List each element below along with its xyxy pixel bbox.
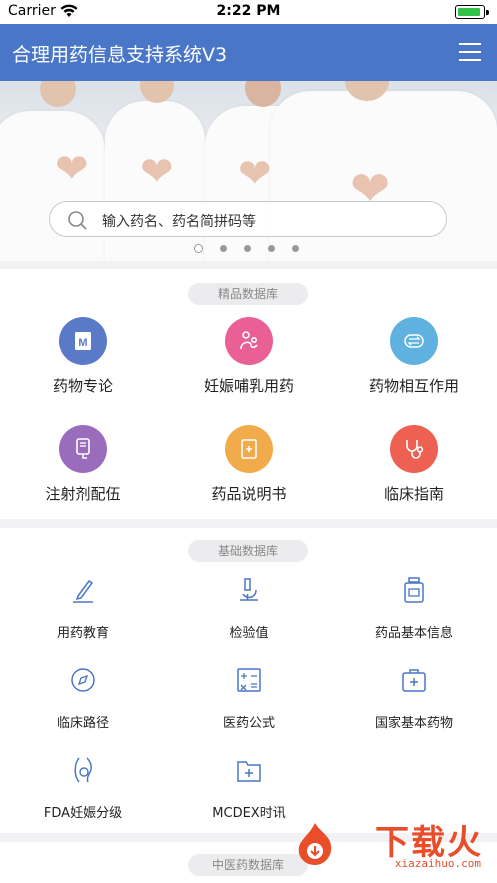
carousel-indicator[interactable] — [194, 244, 304, 255]
item-label: 药品基本信息 — [374, 626, 453, 641]
fda-pregnancy-category-item[interactable]: FDA妊娠分级 — [0, 756, 166, 821]
item-label: 检验值 — [229, 626, 269, 641]
essential-drugs-item[interactable]: 国家基本药物 — [331, 666, 497, 731]
item-label: 临床指南 — [383, 485, 444, 503]
item-label: 用药教育 — [56, 626, 109, 641]
medical-kit-icon — [402, 669, 426, 692]
mother-baby-icon — [240, 331, 258, 350]
lab-values-item[interactable]: 检验值 — [166, 576, 332, 641]
interaction-arrows-icon — [404, 334, 424, 348]
pregnancy-icon — [74, 757, 92, 783]
section-title: 基础数据库 — [188, 540, 308, 562]
item-label: 药物相互作用 — [368, 377, 459, 395]
battery-icon — [455, 5, 489, 19]
clinical-pathway-item[interactable]: 临床路径 — [0, 666, 166, 731]
app-header: 合理用药信息支持系统V3 — [0, 24, 497, 81]
banner-carousel[interactable]: ❤ ❤ ❤ ❤ 输入药名、药名简拼码等 — [0, 81, 497, 261]
item-label: 药物专论 — [52, 377, 113, 395]
item-label: 国家基本药物 — [374, 716, 453, 731]
compass-icon — [71, 668, 95, 692]
drug-interaction-item[interactable]: 药物相互作用 — [331, 317, 497, 397]
stethoscope-icon — [406, 440, 424, 459]
carousel-dot[interactable] — [220, 245, 227, 252]
medicine-bottle-icon — [404, 577, 424, 603]
carousel-dot[interactable] — [268, 245, 275, 252]
injection-compatibility-item[interactable]: 注射剂配伍 — [0, 425, 166, 505]
section-title: 中医药数据库 — [188, 854, 308, 876]
mcdex-news-item[interactable]: MCDEX时讯 — [166, 756, 332, 821]
item-label: 临床路径 — [56, 716, 109, 731]
status-bar: Carrier 2:22 PM — [0, 0, 497, 24]
microscope-icon — [240, 578, 258, 601]
premium-database-section: 精品数据库 M 药物专论 妊娠哺乳用药 药物相互作用 注射剂配伍 药品说明书 临… — [0, 269, 497, 519]
item-label: 妊娠哺乳用药 — [203, 377, 294, 395]
item-label: 药品说明书 — [211, 485, 287, 503]
search-input[interactable]: 输入药名、药名简拼码等 — [49, 201, 447, 237]
banner-doctor-figure — [0, 111, 105, 261]
infusion-bag-icon — [76, 438, 90, 459]
watermark: 下载火 xiazaihuo.com — [291, 815, 491, 875]
basic-database-section: 基础数据库 用药教育 检验值 药品基本信息 临床路径 医药公式 国家基本药物 F… — [0, 528, 497, 833]
pregnancy-lactation-item[interactable]: 妊娠哺乳用药 — [166, 317, 332, 397]
carousel-dot[interactable] — [292, 245, 299, 252]
calculator-icon — [237, 668, 261, 692]
item-label: 注射剂配伍 — [45, 485, 121, 503]
leaflet-icon — [241, 439, 257, 459]
watermark-url: xiazaihuo.com — [394, 857, 481, 870]
item-label: 医药公式 — [222, 716, 275, 731]
search-icon — [68, 211, 87, 230]
hamburger-menu-icon[interactable] — [459, 43, 481, 61]
medication-education-item[interactable]: 用药教育 — [0, 576, 166, 641]
item-label: FDA妊娠分级 — [43, 806, 123, 821]
pen-icon — [73, 579, 94, 603]
app-title: 合理用药信息支持系统V3 — [12, 44, 228, 66]
clinical-guideline-item[interactable]: 临床指南 — [331, 425, 497, 505]
clock: 2:22 PM — [216, 3, 281, 19]
flame-logo-icon — [298, 823, 332, 865]
search-placeholder: 输入药名、药名简拼码等 — [102, 214, 256, 230]
folder-plus-icon — [237, 761, 261, 782]
carousel-dot[interactable] — [244, 245, 251, 252]
svg-text:M: M — [78, 337, 87, 349]
medical-formula-item[interactable]: 医药公式 — [166, 666, 332, 731]
drug-monograph-item[interactable]: M 药物专论 — [0, 317, 166, 397]
drug-basic-info-item[interactable]: 药品基本信息 — [331, 576, 497, 641]
drug-leaflet-item[interactable]: 药品说明书 — [166, 425, 332, 505]
m-document-icon: M — [75, 332, 91, 350]
banner-heart-hands: ❤ — [55, 146, 89, 192]
carousel-dot[interactable] — [194, 244, 203, 253]
section-title: 精品数据库 — [188, 283, 308, 305]
